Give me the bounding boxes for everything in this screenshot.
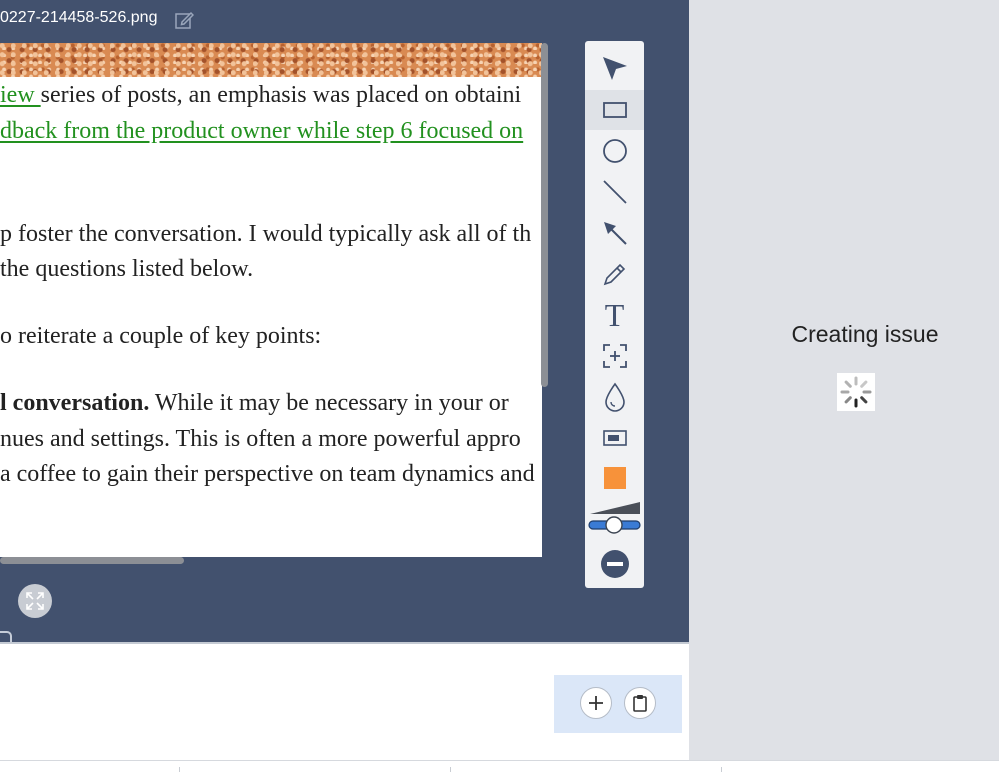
edit-filename-icon[interactable] <box>174 10 195 30</box>
doc-line-6: l conversation. While it may be necessar… <box>0 390 509 416</box>
remove-tool[interactable] <box>585 544 644 584</box>
doc-line-5: o reiterate a couple of key points: <box>0 323 322 349</box>
expand-icon <box>26 592 44 610</box>
arrow-tool[interactable] <box>585 213 644 253</box>
blur-tool[interactable] <box>585 377 644 417</box>
ellipse-icon <box>602 139 627 163</box>
fullscreen-button[interactable] <box>18 584 52 618</box>
vertical-scrollbar[interactable] <box>541 43 548 387</box>
arrow-icon <box>603 222 627 245</box>
doc-line-3: p foster the conversation. I would typic… <box>0 221 532 247</box>
screenshot-canvas[interactable]: iew series of posts, an emphasis was pla… <box>0 43 542 557</box>
image-editor: 0227-214458-526.png iew series of posts,… <box>0 0 689 657</box>
filename-label: 0227-214458-526.png <box>0 9 158 26</box>
line-tool[interactable] <box>585 172 644 212</box>
attachment-area <box>0 642 689 762</box>
cork-banner <box>0 43 542 77</box>
highlight-box-icon <box>602 430 627 446</box>
select-arrow-icon <box>602 57 627 80</box>
footer-strip <box>0 760 999 772</box>
pencil-tool[interactable] <box>585 254 644 294</box>
loading-spinner-icon <box>837 373 875 411</box>
footer-tick <box>179 767 180 772</box>
doc-line-1: iew series of posts, an emphasis was pla… <box>0 82 522 108</box>
line-icon <box>602 180 627 204</box>
doc-line-2: dback from the product owner while step … <box>0 116 523 146</box>
horizontal-scrollbar[interactable] <box>0 557 184 564</box>
doc-line-4: the questions listed below. <box>0 256 254 282</box>
color-picker[interactable] <box>585 458 644 498</box>
paste-clipboard-button[interactable] <box>624 687 656 719</box>
add-attachment-button[interactable] <box>580 687 612 719</box>
doc-line-8: a coffee to gain their perspective on te… <box>0 461 535 487</box>
pencil-icon <box>603 263 625 286</box>
select-tool[interactable] <box>585 49 644 89</box>
doc-link-1[interactable]: iew <box>0 82 41 108</box>
ellipse-tool[interactable] <box>585 131 644 171</box>
annotation-toolbar: T <box>585 41 644 588</box>
clipboard-icon <box>633 695 647 712</box>
footer-tick <box>721 767 722 772</box>
rectangle-tool[interactable] <box>585 90 644 130</box>
crop-tool[interactable] <box>585 336 644 376</box>
doc-line-7: nues and settings. This is often a more … <box>0 426 521 452</box>
doc-link-2[interactable]: dback from the product owner while step … <box>0 118 523 144</box>
text-tool[interactable]: T <box>585 295 644 335</box>
creating-issue-text: Creating issue <box>791 321 939 347</box>
attachment-actions <box>554 675 682 733</box>
issue-status-panel: Creating issue <box>689 0 999 760</box>
size-slider[interactable] <box>587 499 642 535</box>
remove-icon <box>600 550 629 578</box>
rectangle-icon <box>602 102 627 118</box>
blur-drop-icon <box>604 382 625 412</box>
footer-tick <box>450 767 451 772</box>
text-icon: T <box>604 297 625 333</box>
highlight-tool[interactable] <box>585 418 644 458</box>
plus-icon <box>589 696 603 710</box>
color-swatch <box>603 467 626 489</box>
crop-add-icon <box>602 344 627 368</box>
